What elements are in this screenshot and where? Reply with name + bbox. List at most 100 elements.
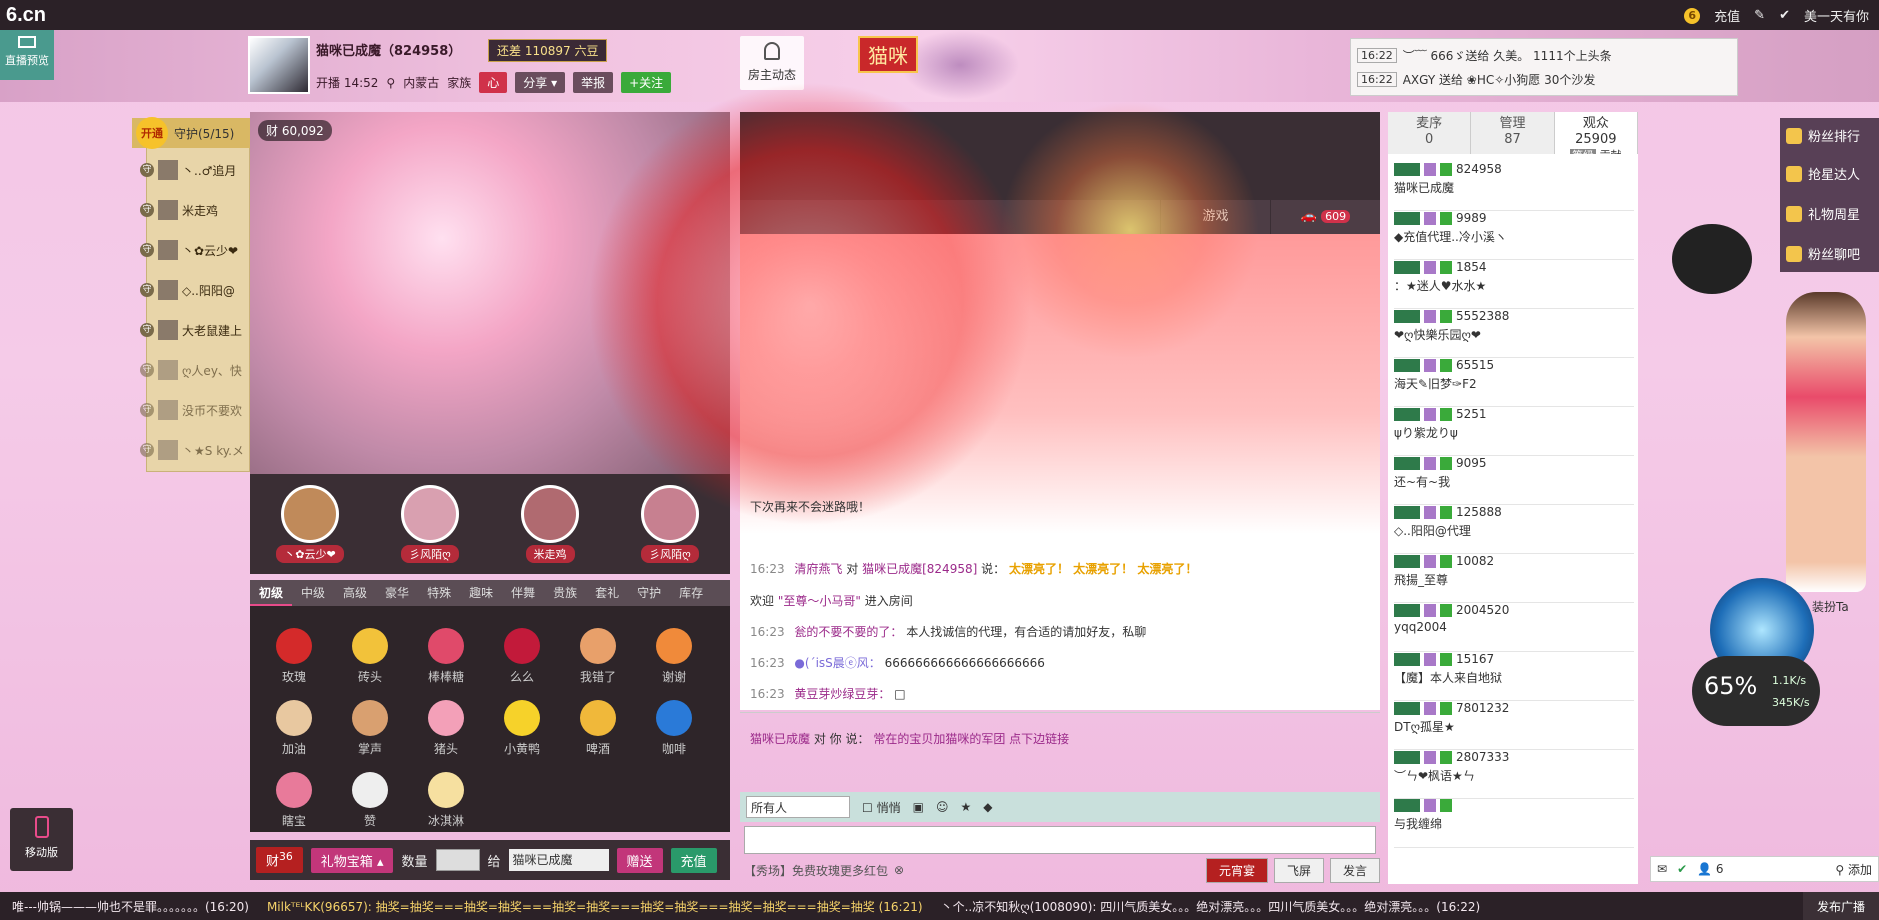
gift-tab[interactable]: 库存 <box>670 580 712 606</box>
gift-target-select[interactable]: 猫咪已成魔 <box>508 849 609 871</box>
open-guard-button[interactable]: 开通 <box>136 117 168 149</box>
gift-item[interactable]: 咖啡 <box>638 700 710 757</box>
pm-user[interactable]: 猫咪已成魔 <box>750 732 810 746</box>
gift-item[interactable]: 掌声 <box>334 700 406 757</box>
gift-item[interactable]: 冰淇淋 <box>410 772 482 829</box>
gift-tab[interactable]: 高级 <box>334 580 376 606</box>
guard-item[interactable]: 守 丶✿云少❤ <box>140 230 250 270</box>
gift-item[interactable]: 小黄鸭 <box>486 700 558 757</box>
marquee-item[interactable]: 唯---帅锅———帅也不是罪。。。。。。。(16:20) <box>12 898 249 915</box>
audience-row[interactable]: 5552388 ❤ღ快樂乐园ღ❤ <box>1394 309 1634 358</box>
audience-row[interactable]: 65515 海天✎旧梦✑F2 <box>1394 358 1634 407</box>
guard-item[interactable]: 守 丶..♂追月 <box>140 150 250 190</box>
close-icon[interactable]: ⊗ <box>894 863 904 877</box>
star-grab-button[interactable]: 抢星达人 <box>1786 164 1860 183</box>
fan-chat-button[interactable]: 粉丝聊吧 <box>1786 244 1860 263</box>
audience-row[interactable]: 1854 ：★迷人♥水水★ <box>1394 260 1634 309</box>
send-gift-button[interactable]: 赠送 <box>616 847 663 873</box>
whisper-checkbox[interactable]: ☐ 悄悄 <box>862 799 901 816</box>
gift-item[interactable]: 赞 <box>334 772 406 829</box>
friend-count[interactable]: 👤 6 <box>1697 862 1723 876</box>
follow-button[interactable]: +关注 <box>621 72 672 93</box>
gift-tab[interactable]: 守护 <box>628 580 670 606</box>
add-friend-button[interactable]: ⚲ 添加 <box>1835 861 1872 878</box>
chat-input[interactable] <box>744 826 1376 854</box>
gift-item[interactable]: 棒棒糖 <box>410 628 482 685</box>
gift-tab[interactable]: 特殊 <box>418 580 460 606</box>
chat-user[interactable]: 瓮的不要不要的了： <box>794 625 902 639</box>
chat-user[interactable]: "至尊～小马哥" <box>778 594 861 608</box>
gift-tab[interactable]: 豪华 <box>376 580 418 606</box>
tab-audience[interactable]: 观众25909等级 贡献 <box>1554 112 1638 162</box>
quantity-input[interactable] <box>435 849 480 871</box>
audience-row[interactable]: 5251 ψり紫龙りψ <box>1394 407 1634 456</box>
gift-item[interactable]: 么么 <box>486 628 558 685</box>
gift-item[interactable]: 玫瑰 <box>258 628 330 685</box>
image-icon[interactable]: ▣ <box>913 800 924 814</box>
top-fan[interactable]: 彡风陌ღ <box>387 485 473 563</box>
audience-row[interactable]: 15167 【魔】本人来自地狱 <box>1394 652 1634 701</box>
gift-tab[interactable]: 套礼 <box>586 580 628 606</box>
gift-item[interactable]: 加油 <box>258 700 330 757</box>
gift-tab[interactable]: 趣味 <box>460 580 502 606</box>
pm-link[interactable]: 常在的宝贝加猫咪的军团 点下边链接 <box>873 732 1069 746</box>
gift-week-star-button[interactable]: 礼物周星 <box>1786 204 1860 223</box>
audience-row[interactable]: 9989 ◆充值代理..冷小溪ヽ <box>1394 211 1634 260</box>
audience-row[interactable]: 2807333 ︶ㄣ❤枫语★ㄣ <box>1394 750 1634 799</box>
fan-rank-button[interactable]: 粉丝排行 <box>1786 126 1860 145</box>
emoji-icon[interactable]: ☺ <box>936 800 949 814</box>
guard-item[interactable]: 守 米走鸡 <box>140 190 250 230</box>
audience-row[interactable]: 9095 还~有~我 <box>1394 456 1634 505</box>
guard-item[interactable]: 守 没币不要欢 <box>140 390 250 430</box>
tab-admins[interactable]: 管理 87 <box>1471 112 1555 154</box>
vip-icon[interactable]: ◆ <box>983 800 992 814</box>
user-name[interactable]: 美一天有你 <box>1804 6 1869 25</box>
audience-row[interactable]: 与我缠绵 <box>1394 799 1634 848</box>
ticker-row[interactable]: 16:22 ︶﹋ 666ゞ送给 久美。 1111个上头条 <box>1357 43 1731 67</box>
yuanxiao-button[interactable]: 元宵宴 <box>1205 857 1268 883</box>
chat-user[interactable]: ●(ˊisS晨ⓔ风： <box>794 656 880 670</box>
gift-tab[interactable]: 贵族 <box>544 580 586 606</box>
wealth-badge[interactable]: 财36 <box>256 847 303 873</box>
tab-cars[interactable]: 🚗 609 <box>1270 200 1380 234</box>
audience-row[interactable]: 125888 ◇..阳阳@代理 <box>1394 505 1634 554</box>
gift-item[interactable]: 啤酒 <box>562 700 634 757</box>
avatar-dressup-figure[interactable] <box>1786 292 1866 592</box>
gift-box-button[interactable]: 礼物宝箱 ▴ <box>310 847 394 873</box>
gift-item[interactable]: 砖头 <box>334 628 406 685</box>
family-badge[interactable]: 心 <box>479 72 508 93</box>
gift-tab[interactable]: 初级 <box>250 580 293 606</box>
gift-item[interactable]: 我错了 <box>562 628 634 685</box>
live-preview-button[interactable]: 直播预览 <box>0 30 54 80</box>
chat-user[interactable]: 黄豆芽炒绿豆芽： <box>794 687 890 701</box>
report-button[interactable]: 举报 <box>573 72 614 93</box>
audience-row[interactable]: 2004520 yqq2004 <box>1394 603 1634 652</box>
gift-tab[interactable]: 中级 <box>292 580 334 606</box>
chat-divider[interactable] <box>740 712 1380 713</box>
free-rose-link[interactable]: 【秀场】免费玫瑰更多红包 <box>744 862 888 879</box>
gift-item[interactable]: 猪头 <box>410 700 482 757</box>
site-logo[interactable]: 6.cn <box>6 4 46 27</box>
fly-screen-button[interactable]: 飞屏 <box>1273 857 1324 883</box>
guard-item[interactable]: 守 大老鼠建上 <box>140 310 250 350</box>
audience-row[interactable]: 7801232 DTღ孤星★ <box>1394 701 1634 750</box>
audience-row[interactable]: 824958 猫咪已成魔 <box>1394 162 1634 211</box>
guard-item[interactable]: 守 ◇..阳阳@ <box>140 270 250 310</box>
vip-emoji-icon[interactable]: ★ <box>960 800 971 814</box>
guard-item[interactable]: 守 ღ人ey、快 <box>140 350 250 390</box>
gift-recharge-button[interactable]: 充值 <box>670 847 717 873</box>
online-icon[interactable]: ✔ <box>1677 862 1687 876</box>
chat-recipient-select[interactable]: 所有人 <box>746 796 850 818</box>
top-fan[interactable]: 米走鸡 <box>507 485 593 563</box>
tab-queue[interactable]: 麦序 0 <box>1388 112 1472 154</box>
network-speed-widget[interactable]: 65% 1.1K/s 345K/s <box>1692 656 1820 726</box>
mobile-version-button[interactable]: 移动版 <box>10 808 73 871</box>
host-name[interactable]: 猫咪已成魔（824958） <box>316 40 461 59</box>
host-avatar[interactable] <box>248 36 310 94</box>
gift-item[interactable]: 瞎宝 <box>258 772 330 829</box>
edit-icon[interactable]: ✎ <box>1754 8 1765 23</box>
share-button[interactable]: 分享 ▾ <box>515 72 566 93</box>
check-icon[interactable]: ✔ <box>1779 8 1790 23</box>
marquee-item[interactable]: MilkᵀᴱᴸKK(96657): 抽奖=抽奖===抽奖=抽奖===抽奖=抽奖=… <box>267 898 923 915</box>
publish-broadcast-button[interactable]: 发布广播 <box>1802 892 1879 920</box>
